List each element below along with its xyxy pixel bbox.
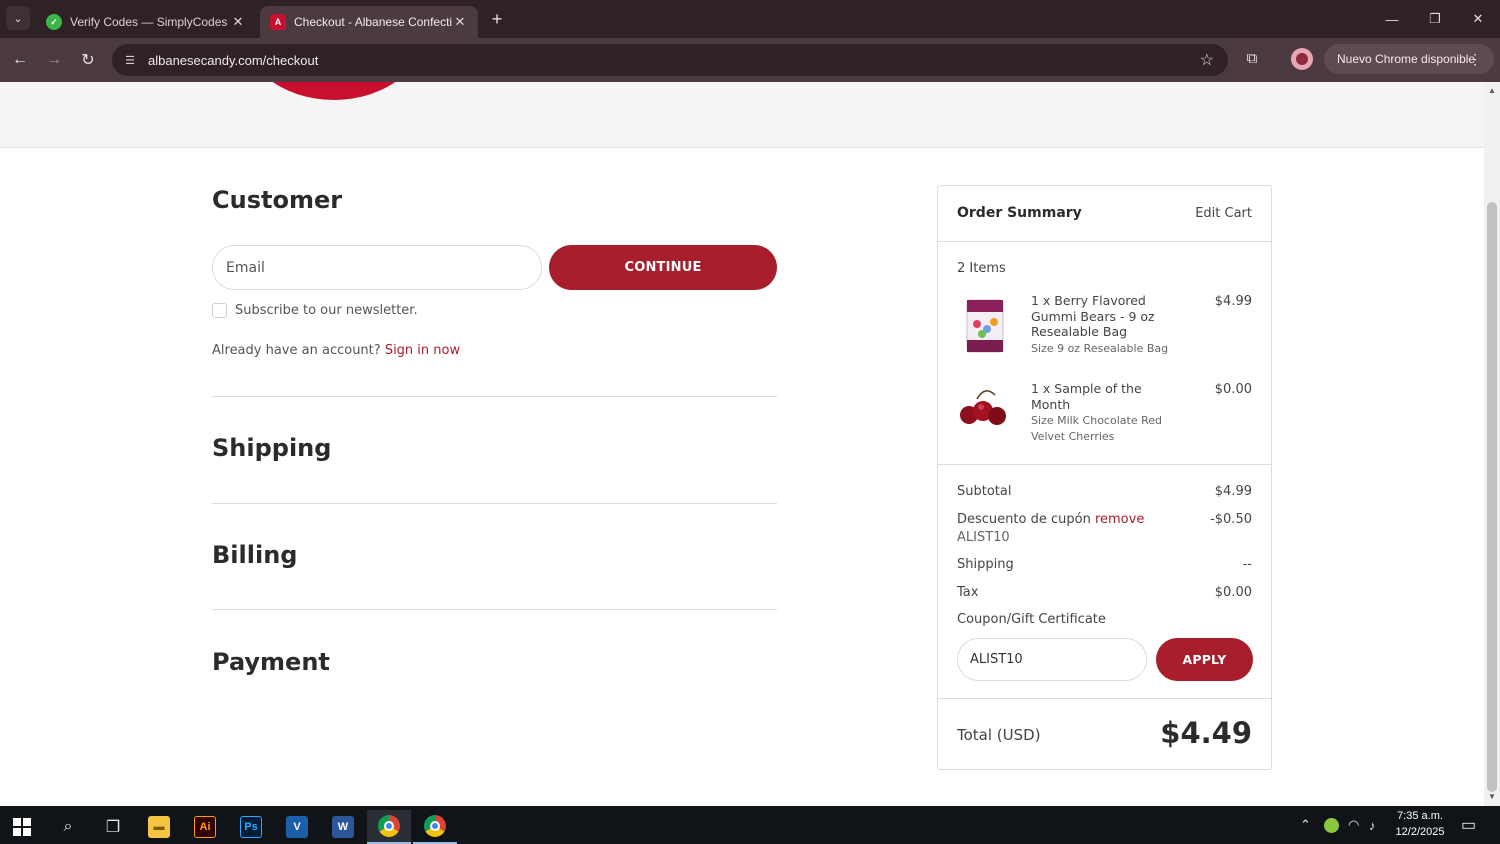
discount-value: -$0.50 [1210, 512, 1252, 527]
tab-strip: ⌄ ✓ Verify Codes — SimplyCodes ✕ A Check… [0, 0, 1500, 38]
divider [212, 503, 777, 504]
restore-button[interactable]: ❐ [1420, 8, 1450, 30]
shipping-label: Shipping [957, 557, 1014, 572]
chrome-taskbar-icon[interactable] [367, 810, 411, 844]
network-icon[interactable]: ◠ [1348, 806, 1359, 844]
newsletter-checkbox[interactable] [212, 303, 227, 318]
scroll-down-arrow-icon[interactable]: ▼ [1487, 792, 1497, 802]
divider [938, 464, 1271, 465]
minimize-button[interactable]: — [1377, 8, 1407, 30]
tab-title: Verify Codes — SimplyCodes [70, 15, 228, 29]
search-icon[interactable]: ⌕ [46, 810, 90, 844]
order-summary: Order Summary Edit Cart 2 Items 1 x Berr… [937, 185, 1272, 770]
item-size: Size Milk Chocolate Red Velvet Cherries [1031, 414, 1162, 443]
divider [212, 609, 777, 610]
tab-simplycodes[interactable]: ✓ Verify Codes — SimplyCodes ✕ [36, 6, 256, 38]
divider [212, 396, 777, 397]
red-velvet-cherries-image [960, 390, 1006, 425]
shipping-heading: Shipping [212, 434, 332, 462]
checkout-page: Customer CONTINUE Subscribe to our newsl… [0, 82, 1484, 806]
simplycodes-favicon-icon: ✓ [46, 14, 62, 30]
start-button[interactable] [0, 810, 44, 844]
illustrator-icon[interactable]: Ai [183, 810, 227, 844]
total-label: Total (USD) [957, 726, 1041, 744]
email-input[interactable] [212, 245, 542, 290]
coupon-toggle-link[interactable]: Coupon/Gift Certificate [957, 612, 1106, 627]
site-info-icon[interactable]: ☰ [122, 52, 138, 68]
account-prompt-line: Already have an account? Sign in now [212, 343, 460, 358]
site-header [0, 82, 1484, 148]
notifications-icon[interactable]: ▭ [1461, 806, 1476, 844]
sign-in-link[interactable]: Sign in now [385, 343, 460, 358]
item-price: $4.99 [1214, 294, 1252, 309]
tray-app-icon[interactable] [1324, 806, 1339, 844]
discount-label: Descuento de cupón [957, 512, 1091, 527]
divider [938, 241, 1271, 242]
discount-code: ALIST10 [957, 530, 1010, 545]
account-prompt: Already have an account? [212, 343, 381, 358]
tax-value: $0.00 [1214, 585, 1252, 600]
word-icon[interactable]: W [321, 810, 365, 844]
extensions-puzzle-icon[interactable]: ⧉ [1242, 48, 1262, 68]
newsletter-label: Subscribe to our newsletter. [235, 303, 418, 318]
bookmark-star-icon[interactable]: ☆ [1200, 50, 1214, 70]
forward-button[interactable]: → [42, 48, 66, 72]
albanese-favicon-icon: A [270, 14, 286, 30]
tab-checkout[interactable]: A Checkout - Albanese Confection ✕ [260, 6, 478, 38]
address-bar[interactable]: ☰ albanesecandy.com/checkout ☆ [112, 44, 1228, 76]
order-summary-title: Order Summary [957, 205, 1082, 221]
close-window-button[interactable]: ✕ [1463, 8, 1493, 30]
items-count: 2 Items [957, 261, 1006, 276]
total-value: $4.49 [1160, 716, 1252, 750]
close-tab-icon[interactable]: ✕ [230, 14, 246, 30]
gummi-bears-bag-image [966, 299, 1004, 353]
tab-search-button[interactable]: ⌄ [6, 6, 30, 30]
shipping-value: -- [1242, 557, 1252, 572]
billing-heading: Billing [212, 541, 298, 569]
clock-date: 12/2/2025 [1395, 826, 1445, 838]
chrome-update-button[interactable]: Nuevo Chrome disponible ⋮ [1324, 44, 1494, 74]
windows-taskbar: ⌕ ❐ ▬ Ai Ps V W [0, 806, 1500, 844]
show-hidden-icons-icon[interactable]: ⌃ [1300, 806, 1311, 844]
windows-logo-icon [13, 818, 31, 836]
continue-button[interactable]: CONTINUE [549, 245, 777, 290]
coupon-code-input[interactable] [957, 638, 1147, 681]
item-name: 1 x Sample of the Month [1031, 381, 1142, 412]
scroll-up-arrow-icon[interactable]: ▲ [1487, 86, 1497, 96]
tax-label: Tax [957, 585, 979, 600]
chrome-profile-taskbar-icon[interactable] [413, 810, 457, 844]
photoshop-icon[interactable]: Ps [229, 810, 273, 844]
page-scrollbar[interactable]: ▲ ▼ [1484, 82, 1500, 806]
item-price: $0.00 [1214, 382, 1252, 397]
item-size: Size 9 oz Resealable Bag [1031, 342, 1169, 355]
url-text[interactable]: albanesecandy.com/checkout [148, 53, 318, 68]
albanese-logo[interactable] [238, 82, 430, 100]
profile-avatar[interactable] [1291, 48, 1313, 70]
menu-kebab-icon[interactable]: ⋮ [1468, 51, 1482, 68]
divider [938, 698, 1271, 699]
task-view-icon[interactable]: ❐ [91, 810, 135, 844]
visio-icon[interactable]: V [275, 810, 319, 844]
volume-icon[interactable]: ♪ [1369, 806, 1376, 844]
clock-time: 7:35 a.m. [1397, 810, 1443, 822]
file-explorer-icon[interactable]: ▬ [137, 810, 181, 844]
edit-cart-link[interactable]: Edit Cart [1195, 206, 1252, 221]
update-label: Nuevo Chrome disponible [1337, 52, 1476, 66]
subtotal-value: $4.99 [1214, 484, 1252, 499]
new-tab-button[interactable]: + [486, 8, 508, 30]
subtotal-label: Subtotal [957, 484, 1012, 499]
discount-line: Descuento de cupón remove [957, 512, 1144, 527]
tab-title: Checkout - Albanese Confection [294, 15, 452, 29]
payment-heading: Payment [212, 648, 330, 676]
close-tab-icon[interactable]: ✕ [452, 14, 468, 30]
customer-heading: Customer [212, 186, 343, 214]
back-button[interactable]: ← [8, 48, 32, 72]
taskbar-clock[interactable]: 7:35 a.m. 12/2/2025 [1388, 808, 1452, 840]
reload-button[interactable]: ↻ [76, 48, 100, 72]
item-name: 1 x Berry Flavored Gummi Bears - 9 oz Re… [1031, 293, 1155, 339]
browser-toolbar: ← → ↻ ☰ albanesecandy.com/checkout ☆ [0, 38, 1500, 82]
remove-coupon-link[interactable]: remove [1095, 512, 1144, 527]
apply-coupon-button[interactable]: APPLY [1156, 638, 1253, 681]
scrollbar-thumb[interactable] [1487, 202, 1497, 792]
